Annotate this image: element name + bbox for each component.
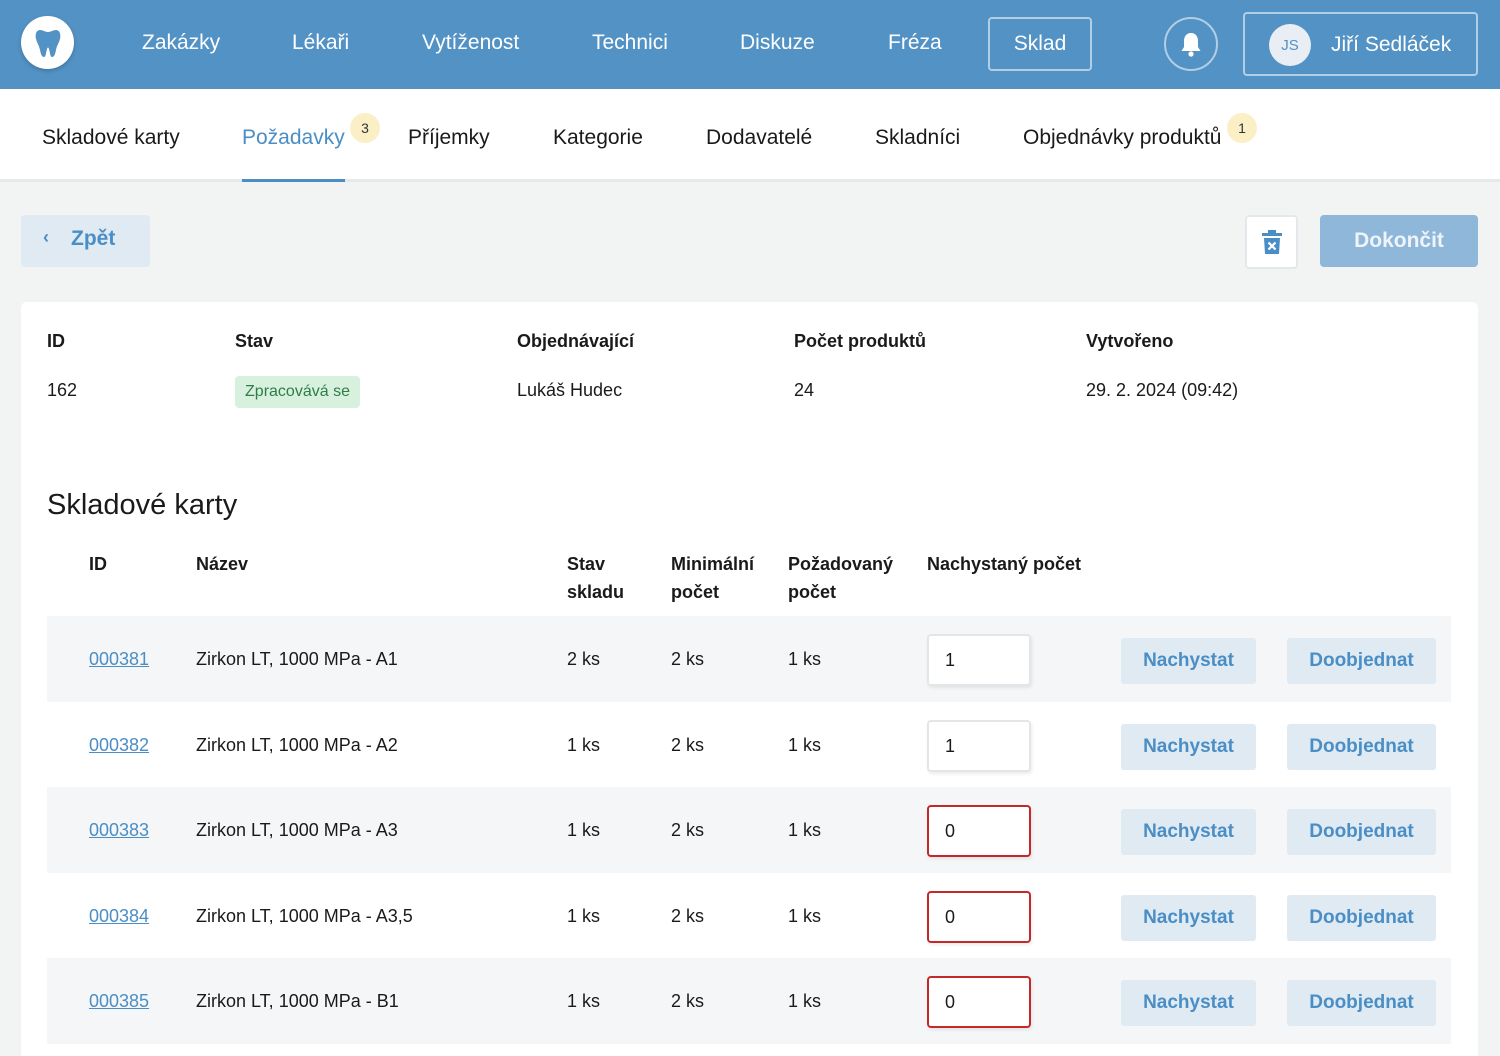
stock-card-name: Zirkon LT, 1000 MPa - A1	[196, 649, 398, 669]
prepared-quantity-input[interactable]	[927, 976, 1031, 1028]
col-header-min: Minimální počet	[671, 550, 754, 606]
reorder-button[interactable]: Doobjednat	[1287, 895, 1436, 941]
stock-amount: 2 ks	[567, 649, 601, 669]
tab-requests[interactable]: Požadavky	[242, 124, 345, 152]
request-orderer: Lukáš Hudec	[517, 380, 623, 400]
user-name: Jiří Sedláček	[1331, 33, 1452, 56]
prepared-quantity-input[interactable]	[927, 634, 1031, 686]
tab-suppliers[interactable]: Dodavatelé	[706, 124, 812, 152]
requested-amount: 1 ks	[788, 735, 822, 755]
tooth-logo-icon[interactable]	[21, 16, 74, 69]
request-created: 29. 2. 2024 (09:42)	[1086, 380, 1239, 400]
requested-amount: 1 ks	[788, 991, 822, 1011]
col-header-min-line1: Minimální	[671, 554, 755, 574]
col-header-requested-line1: Požadovaný	[788, 554, 894, 574]
tab-warehouse-staff[interactable]: Skladníci	[875, 124, 960, 152]
table-row: 000385 Zirkon LT, 1000 MPa - B1 1 ks 2 k…	[47, 958, 1451, 1044]
nav-item-orders[interactable]: Zakázky	[142, 28, 220, 58]
col-header-requested: Požadovaný počet	[788, 550, 893, 606]
nav-item-discussion[interactable]: Diskuze	[740, 28, 815, 58]
prepared-quantity-input[interactable]	[927, 720, 1031, 772]
col-header-stock: Stav skladu	[567, 550, 624, 606]
stock-amount: 1 ks	[567, 906, 601, 926]
nav-item-technicians[interactable]: Technici	[592, 28, 668, 58]
col-header-requested-line2: počet	[788, 582, 837, 602]
col-header-id: ID	[89, 554, 107, 574]
prepare-button[interactable]: Nachystat	[1121, 895, 1256, 941]
header-id: ID	[47, 331, 65, 351]
prepare-button[interactable]: Nachystat	[1121, 724, 1256, 770]
stock-card-id-link[interactable]: 000383	[89, 818, 149, 842]
tab-categories[interactable]: Kategorie	[553, 124, 643, 152]
reorder-button[interactable]: Doobjednat	[1287, 638, 1436, 684]
tab-stock-cards[interactable]: Skladové karty	[42, 124, 180, 152]
min-amount: 2 ks	[671, 991, 705, 1011]
tab-product-orders[interactable]: Objednávky produktů	[1023, 124, 1221, 152]
table-row: 000381 Zirkon LT, 1000 MPa - A1 2 ks 2 k…	[47, 616, 1451, 702]
stock-amount: 1 ks	[567, 735, 601, 755]
stock-card-name: Zirkon LT, 1000 MPa - A2	[196, 735, 398, 755]
active-tab-indicator	[242, 179, 345, 182]
header-created: Vytvořeno	[1086, 331, 1174, 351]
min-amount: 2 ks	[671, 820, 705, 840]
col-header-min-line2: počet	[671, 582, 720, 602]
top-navigation-bar: Zakázky Lékaři Vytíženost Technici Disku…	[0, 0, 1500, 89]
nav-item-doctors[interactable]: Lékaři	[292, 28, 349, 58]
requested-amount: 1 ks	[788, 820, 822, 840]
stock-card-id-link[interactable]: 000382	[89, 733, 149, 757]
warehouse-subnav: Skladové karty Požadavky 3 Příjemky Kate…	[0, 89, 1500, 182]
col-header-stock-line2: skladu	[567, 582, 625, 602]
status-badge: Zpracovává se	[235, 376, 360, 408]
nav-item-warehouse[interactable]: Sklad	[988, 17, 1092, 71]
stock-card-name: Zirkon LT, 1000 MPa - B1	[196, 991, 399, 1011]
request-product-count: 24	[794, 380, 815, 400]
prepared-quantity-input[interactable]	[927, 805, 1031, 857]
stock-amount: 1 ks	[567, 820, 601, 840]
stock-card-id-link[interactable]: 000381	[89, 647, 149, 671]
col-header-prepared: Nachystaný počet	[927, 554, 1082, 574]
section-title-stock-cards: Skladové karty	[47, 489, 238, 521]
header-status: Stav	[235, 331, 274, 351]
table-row: 000382 Zirkon LT, 1000 MPa - A2 1 ks 2 k…	[47, 702, 1451, 788]
header-product-count: Počet produktů	[794, 331, 927, 351]
table-row: 000383 Zirkon LT, 1000 MPa - A3 1 ks 2 k…	[47, 787, 1451, 873]
requested-amount: 1 ks	[788, 906, 822, 926]
prepare-button[interactable]: Nachystat	[1121, 809, 1256, 855]
header-orderer: Objednávající	[517, 331, 635, 351]
stock-card-name: Zirkon LT, 1000 MPa - A3	[196, 820, 398, 840]
product-orders-count-badge: 1	[1227, 113, 1257, 143]
reorder-button[interactable]: Doobjednat	[1287, 809, 1436, 855]
nav-item-workload[interactable]: Vytíženost	[422, 28, 519, 58]
stock-card-name: Zirkon LT, 1000 MPa - A3,5	[196, 906, 413, 926]
reorder-button[interactable]: Doobjednat	[1287, 980, 1436, 1026]
user-menu[interactable]: JS Jiří Sedláček	[1243, 12, 1478, 76]
prepare-button[interactable]: Nachystat	[1121, 980, 1256, 1026]
trash-icon	[1261, 230, 1282, 254]
stock-card-id-link[interactable]: 000384	[89, 904, 149, 928]
min-amount: 2 ks	[671, 906, 705, 926]
requests-count-badge: 3	[350, 113, 380, 143]
prepare-button[interactable]: Nachystat	[1121, 638, 1256, 684]
avatar: JS	[1269, 24, 1311, 66]
min-amount: 2 ks	[671, 735, 705, 755]
requested-amount: 1 ks	[788, 649, 822, 669]
back-button-label: Zpět	[71, 227, 116, 250]
request-id: 162	[47, 380, 78, 400]
stock-card-id-link[interactable]: 000385	[89, 989, 149, 1013]
tab-receipts[interactable]: Příjemky	[408, 124, 490, 152]
finish-button[interactable]: Dokončit	[1320, 215, 1478, 267]
col-header-name: Název	[196, 554, 249, 574]
stock-amount: 1 ks	[567, 991, 601, 1011]
prepared-quantity-input[interactable]	[927, 891, 1031, 943]
reorder-button[interactable]: Doobjednat	[1287, 724, 1436, 770]
delete-button[interactable]	[1245, 215, 1298, 269]
table-row: 000384 Zirkon LT, 1000 MPa - A3,5 1 ks 2…	[47, 873, 1451, 959]
chevron-left-icon: ‹	[43, 227, 49, 247]
nav-item-mill[interactable]: Fréza	[888, 28, 942, 58]
col-header-stock-line1: Stav	[567, 554, 606, 574]
notifications-bell-icon[interactable]	[1164, 17, 1218, 71]
back-button[interactable]: ‹ Zpět	[21, 215, 150, 267]
min-amount: 2 ks	[671, 649, 705, 669]
